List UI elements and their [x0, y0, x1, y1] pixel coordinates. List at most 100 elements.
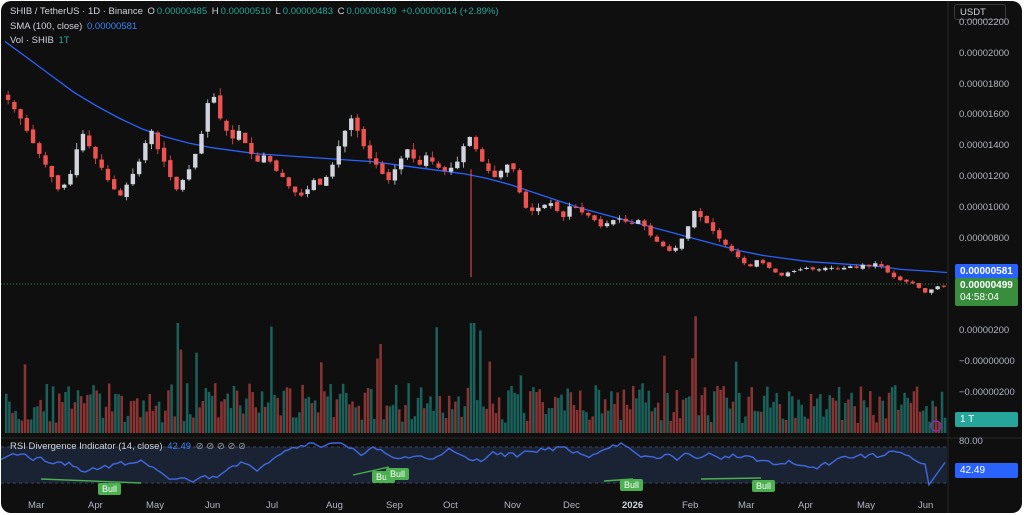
- candle-body: [93, 146, 98, 159]
- time-tick: May: [146, 500, 164, 511]
- rsi-toggle-icons[interactable]: ⊘ ⊘ ⊘ ⊘ ⊘: [196, 441, 246, 452]
- volume-bar: [33, 407, 36, 433]
- sma-legend[interactable]: SMA (100, close) 0.00000581: [10, 21, 139, 32]
- volume-bar: [778, 404, 782, 433]
- time-tick: Sep: [386, 500, 403, 511]
- vol-legend[interactable]: Vol · SHIB 1T: [10, 35, 72, 46]
- volume-bar: [541, 402, 545, 433]
- volume-bar: [114, 393, 117, 433]
- candle-body: [529, 207, 535, 211]
- volume-bar: [897, 409, 900, 433]
- volume-bar: [89, 394, 92, 433]
- volume-bar: [656, 402, 660, 433]
- volume-bar: [182, 421, 186, 433]
- candle-body: [355, 117, 360, 131]
- volume-bar: [522, 412, 526, 433]
- candle-body: [342, 130, 348, 147]
- candle-body: [361, 129, 366, 147]
- candle-body: [717, 230, 722, 239]
- volume-bar: [557, 397, 560, 433]
- volume-bar: [301, 384, 304, 433]
- volume-bar: [432, 410, 435, 433]
- candle-body: [155, 132, 161, 150]
- candle-body: [579, 207, 585, 213]
- candle-body: [617, 218, 622, 220]
- volume-bar: [263, 406, 267, 433]
- volume-bar: [731, 401, 735, 433]
- volume-bar: [192, 417, 195, 433]
- volume-bar: [419, 387, 423, 433]
- candle-body: [480, 149, 485, 162]
- volume-bar: [547, 408, 551, 433]
- volume-bar: [11, 412, 14, 433]
- volume-bar: [173, 416, 176, 433]
- candle-body: [136, 161, 142, 175]
- rsi-legend[interactable]: RSI Divergence Indicator (14, close) 42.…: [10, 441, 248, 452]
- volume-bar: [357, 405, 360, 433]
- volume-bar: [890, 387, 894, 433]
- volume-bar: [591, 416, 594, 433]
- candle-body: [193, 153, 198, 168]
- vol-value: 1T: [58, 35, 70, 46]
- volume-bar: [797, 399, 800, 433]
- volume-bar: [809, 394, 813, 433]
- volume-bar: [17, 418, 20, 433]
- volume-bar: [903, 392, 906, 433]
- volume-bar: [29, 419, 33, 433]
- volume-bar: [491, 403, 495, 433]
- volume-bar: [918, 411, 922, 433]
- volume-bar: [401, 421, 404, 433]
- volume-bar: [160, 422, 164, 433]
- volume-bar: [588, 419, 591, 433]
- volume-bar: [466, 387, 470, 433]
- volume-bar: [251, 392, 254, 433]
- volume-bar: [738, 392, 741, 433]
- candle-body: [105, 168, 111, 181]
- volume-bar: [257, 412, 261, 433]
- candle-body: [904, 279, 909, 282]
- candle-body: [5, 94, 11, 100]
- volume-bar: [856, 422, 860, 433]
- candle-body: [461, 146, 466, 163]
- volume-bar: [195, 352, 198, 433]
- volume-bar: [232, 385, 236, 433]
- candle-body: [336, 146, 341, 165]
- volume-bar: [204, 388, 208, 433]
- volume-bar: [229, 408, 233, 433]
- volume-bar: [488, 361, 491, 433]
- volume-bar: [762, 395, 766, 433]
- volume-bar: [560, 394, 563, 433]
- volume-bar: [844, 403, 847, 433]
- volume-bar: [625, 404, 629, 433]
- candle-body: [130, 173, 136, 185]
- price-tick: 0.00001800: [959, 78, 1010, 90]
- chart-canvas[interactable]: [1, 1, 1022, 513]
- volume-bar: [922, 410, 925, 433]
- candle-body: [586, 212, 591, 216]
- time-tick: Nov: [504, 500, 521, 511]
- volume-bar: [691, 358, 694, 433]
- rsi-band: [1, 447, 947, 483]
- volume-bar: [791, 396, 794, 433]
- time-tick: Jun: [205, 500, 221, 511]
- candle-body: [760, 260, 766, 264]
- candle-body: [486, 163, 491, 171]
- volume-bar: [142, 400, 145, 433]
- volume-bar: [338, 393, 342, 433]
- candle-body: [242, 132, 248, 144]
- volume-bar: [744, 416, 747, 433]
- volume-bar: [819, 394, 822, 433]
- volume-bar: [348, 404, 351, 433]
- volume-bar: [769, 407, 772, 433]
- candle-body: [374, 158, 379, 165]
- candle-body: [785, 272, 791, 277]
- current-price-label: 0.00000499 04:58:04: [955, 278, 1018, 306]
- volume-bar: [756, 411, 760, 433]
- sma-price-label: 0.00000581: [955, 264, 1018, 279]
- volume-bar: [469, 323, 473, 433]
- volume-bar: [613, 403, 616, 433]
- volume-bar: [750, 387, 754, 433]
- candle-body: [935, 286, 940, 290]
- volume-bar: [447, 395, 451, 433]
- volume-bar: [597, 389, 601, 433]
